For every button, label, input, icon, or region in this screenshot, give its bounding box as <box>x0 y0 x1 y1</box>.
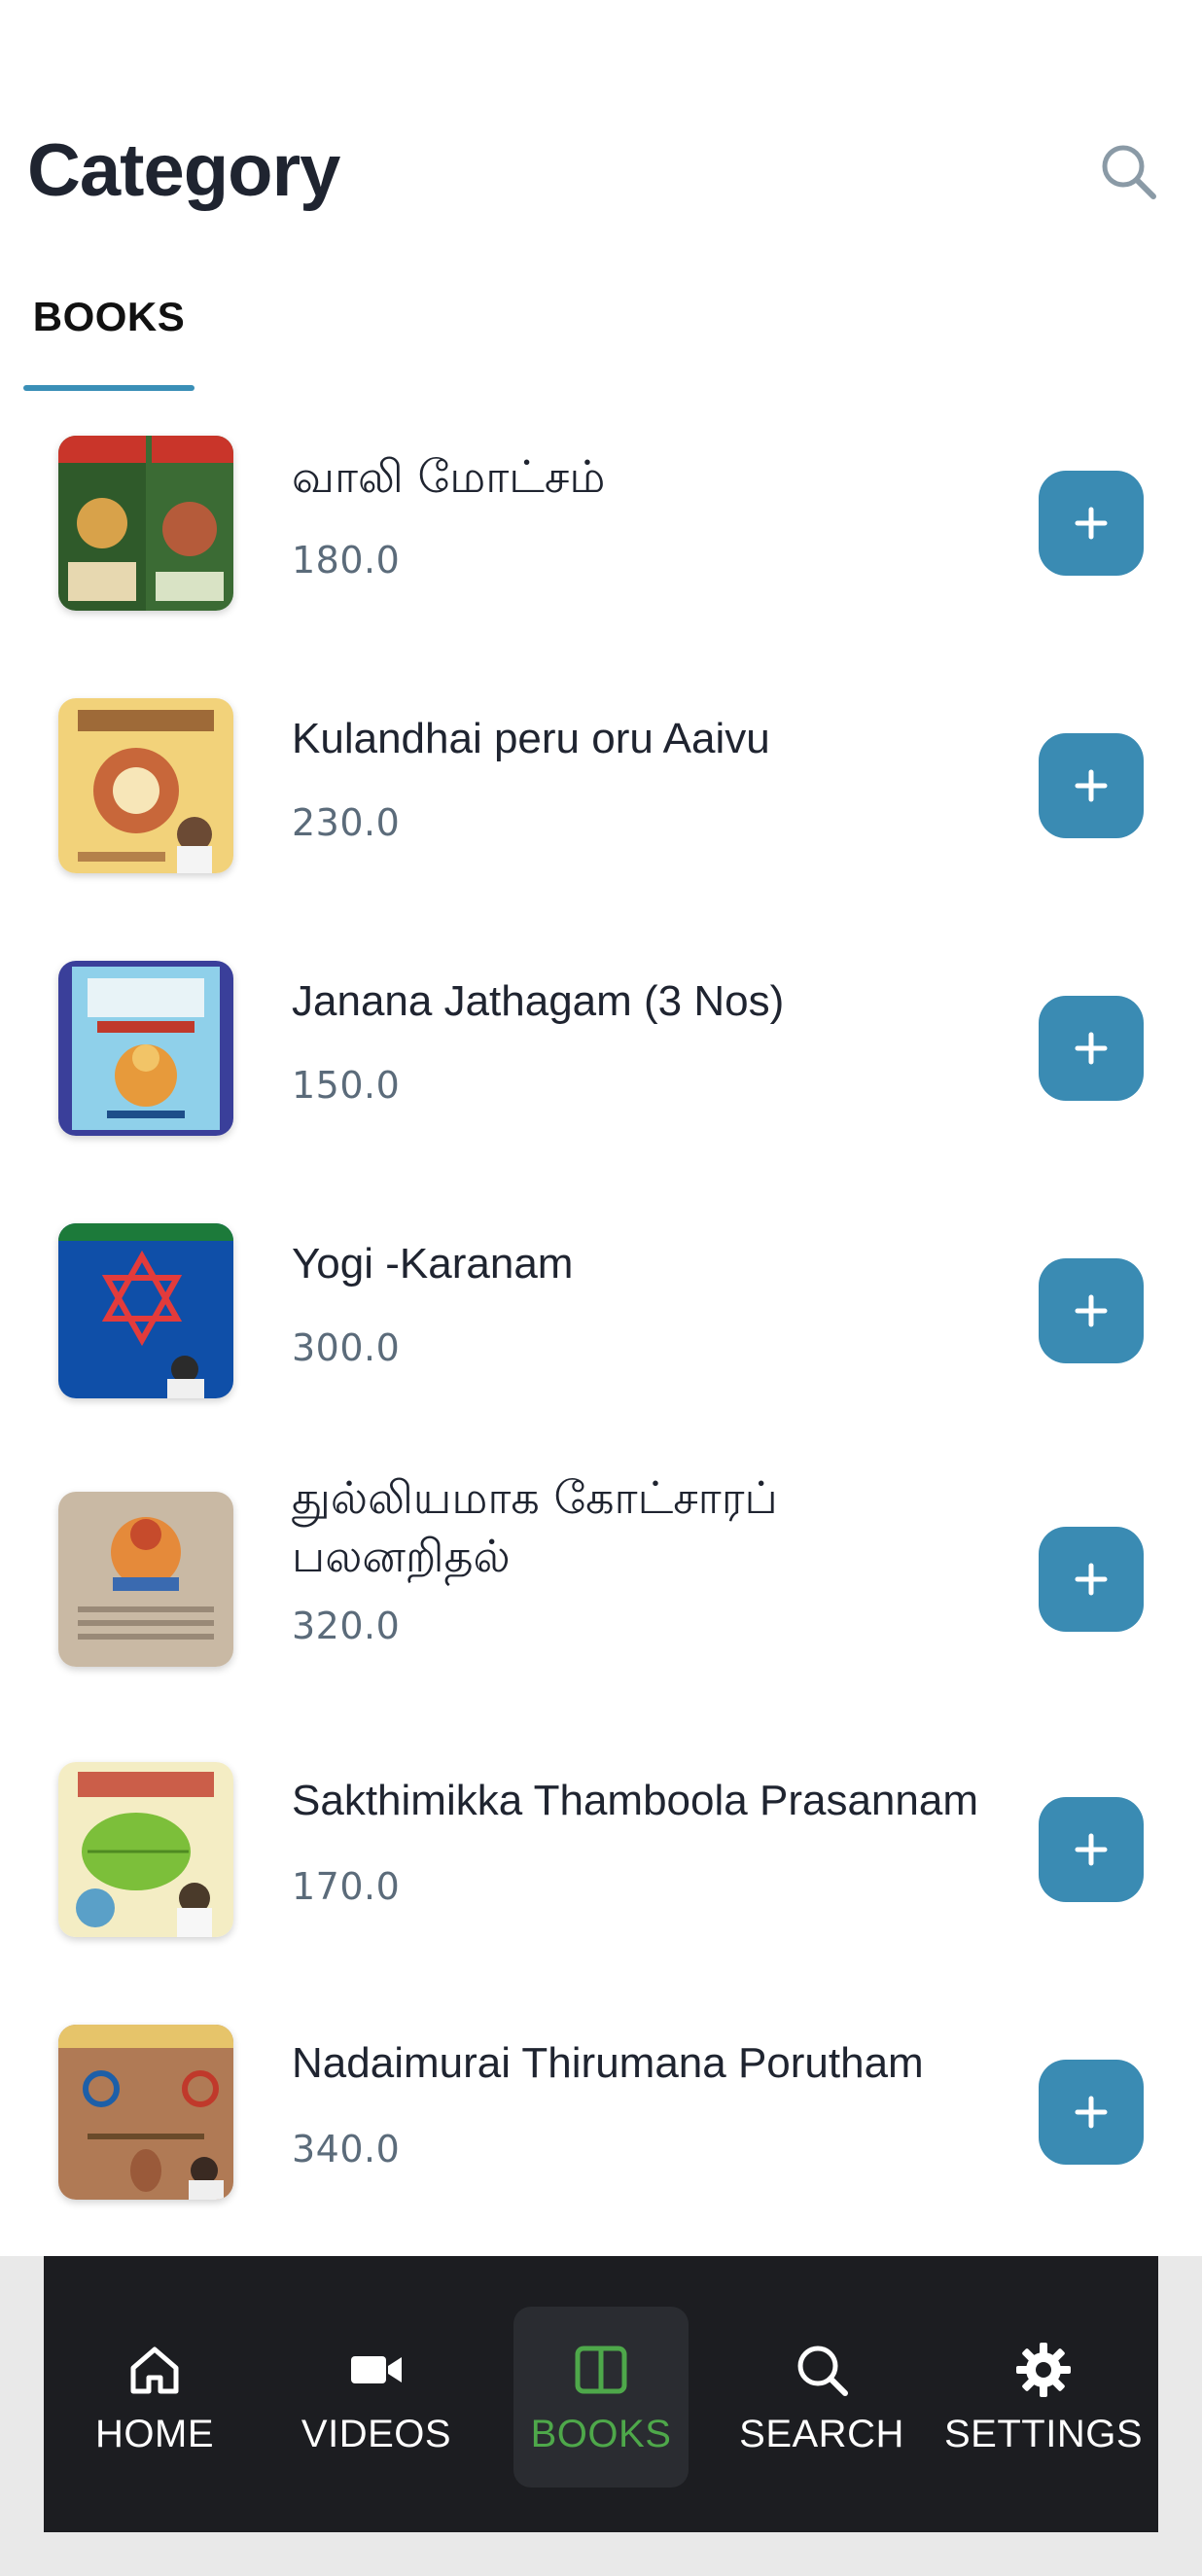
book-cover-image <box>58 961 233 1136</box>
active-tab-indicator <box>23 385 194 391</box>
add-to-cart-button[interactable] <box>1039 1527 1144 1632</box>
book-title: துல்லியமாக கோட்சாரப் பலனறிதல் <box>292 1471 778 1582</box>
book-cover-image <box>58 698 233 873</box>
book-price: 320.0 <box>292 1605 401 1647</box>
book-price: 170.0 <box>292 1865 401 1908</box>
book-title: Yogi -Karanam <box>292 1240 574 1288</box>
header: Category <box>0 0 1202 253</box>
book-icon <box>575 2346 627 2393</box>
book-title: Sakthimikka Thamboola Prasannam <box>292 1777 978 1824</box>
nav-label: SEARCH <box>739 2412 904 2455</box>
book-title: Kulandhai peru oru Aaivu <box>292 715 770 762</box>
book-price: 230.0 <box>292 801 401 844</box>
gear-icon <box>1016 2342 1071 2397</box>
book-price: 150.0 <box>292 1064 401 1107</box>
book-price: 340.0 <box>292 2128 401 2170</box>
video-camera-icon <box>351 2355 402 2383</box>
book-cover-image <box>58 436 233 611</box>
book-title: வாலி மோட்சம் <box>292 450 606 503</box>
book-price: 300.0 <box>292 1326 401 1369</box>
add-to-cart-button[interactable] <box>1039 733 1144 838</box>
book-cover-image <box>58 1492 233 1667</box>
book-price: 180.0 <box>292 539 401 582</box>
search-button[interactable] <box>1093 136 1163 206</box>
tab-label: BOOKS <box>32 294 186 339</box>
add-to-cart-button[interactable] <box>1039 2060 1144 2165</box>
plus-icon <box>1075 1563 1108 1596</box>
nav-item-settings[interactable]: SETTINGS <box>944 2307 1143 2488</box>
books-category-screen: Category BOOKS வாலி மோட்சம் 180.0 Kuland… <box>0 0 1202 2576</box>
plus-icon <box>1075 1032 1108 1065</box>
nav-item-home[interactable]: HOME <box>67 2307 242 2488</box>
bottom-navigation: HOME VIDEOS BOOKS SEARCH SETTINGS <box>44 2256 1158 2532</box>
nav-label: SETTINGS <box>943 2412 1144 2455</box>
book-title: Nadaimurai Thirumana Porutham <box>292 2039 924 2087</box>
search-icon <box>1102 145 1156 199</box>
nav-item-books[interactable]: BOOKS <box>513 2307 689 2488</box>
plus-icon <box>1075 2096 1108 2129</box>
nav-item-search[interactable]: SEARCH <box>734 2307 909 2488</box>
add-to-cart-button[interactable] <box>1039 1258 1144 1363</box>
nav-item-videos[interactable]: VIDEOS <box>289 2307 464 2488</box>
add-to-cart-button[interactable] <box>1039 471 1144 576</box>
nav-label: VIDEOS <box>300 2412 452 2455</box>
book-cover-image <box>58 2025 233 2200</box>
book-title: Janana Jathagam (3 Nos) <box>292 977 785 1025</box>
add-to-cart-button[interactable] <box>1039 996 1144 1101</box>
plus-icon <box>1075 1294 1108 1327</box>
plus-icon <box>1075 769 1108 802</box>
tab-books[interactable]: BOOKS <box>23 282 194 391</box>
page-title: Category <box>27 129 340 212</box>
home-icon <box>130 2347 179 2393</box>
plus-icon <box>1075 507 1108 540</box>
add-to-cart-button[interactable] <box>1039 1797 1144 1902</box>
nav-label: BOOKS <box>530 2412 672 2455</box>
search-icon <box>797 2346 848 2396</box>
book-cover-image <box>58 1223 233 1398</box>
book-cover-image <box>58 1762 233 1937</box>
nav-label: HOME <box>95 2412 214 2455</box>
category-tabs: BOOKS <box>0 282 1202 391</box>
plus-icon <box>1075 1833 1108 1866</box>
